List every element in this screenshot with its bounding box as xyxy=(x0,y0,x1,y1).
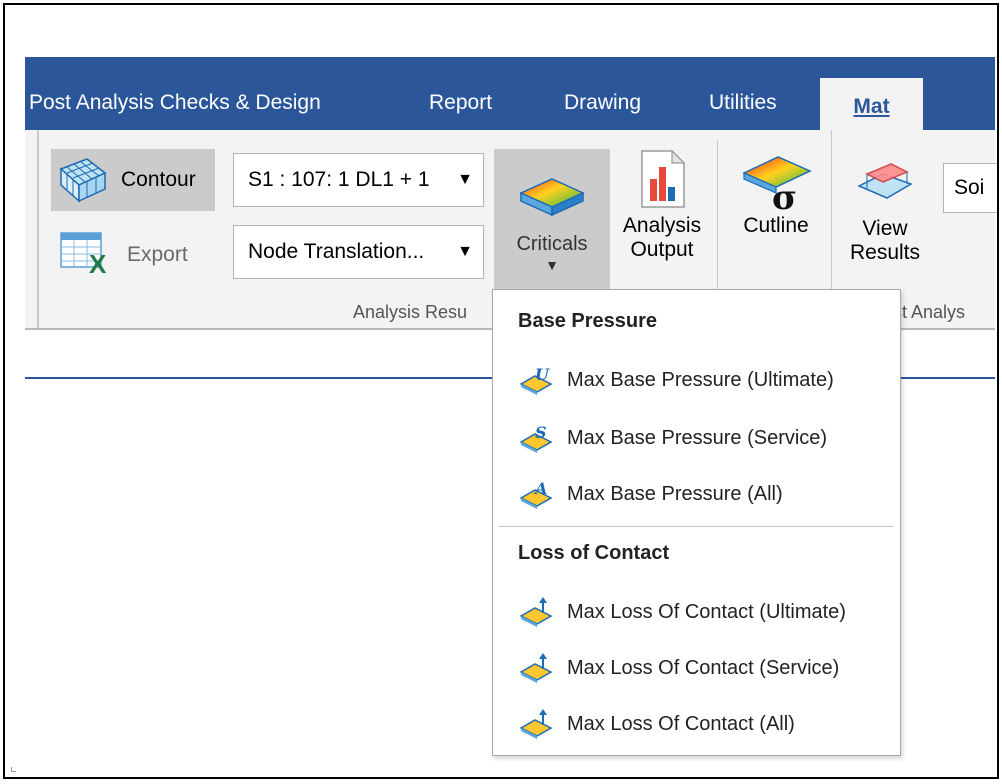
menu-item-max-loss-of-contact-all[interactable]: Max Loss Of Contact (All) xyxy=(519,704,889,744)
chevron-down-icon: ▼ xyxy=(545,257,559,273)
soil-select-value: Soi xyxy=(954,176,985,199)
chevron-down-icon: ▼ xyxy=(457,243,473,260)
bar-chart-document-icon xyxy=(641,149,686,208)
menu-item-label: Max Loss Of Contact (All) xyxy=(567,712,795,735)
analysis-output-label-line2: Output xyxy=(630,238,694,261)
criticals-dropdown-menu: Base Pressure U Max Base Pressure (Ultim… xyxy=(492,289,901,756)
base-pressure-all-icon: A xyxy=(519,479,553,509)
menu-item-label: Max Base Pressure (All) xyxy=(567,482,783,505)
chevron-down-icon: ▼ xyxy=(457,171,473,188)
ribbon-divider xyxy=(831,130,832,290)
tab-report[interactable]: Report xyxy=(429,91,492,115)
result-type-value: Node Translation... xyxy=(248,240,425,263)
svg-text:S: S xyxy=(535,423,547,442)
excel-export-icon: X xyxy=(60,232,107,275)
view-results-label-line2: Results xyxy=(849,241,921,264)
svg-text:U: U xyxy=(535,365,550,384)
menu-item-max-base-pressure-all[interactable]: A Max Base Pressure (All) xyxy=(519,474,889,514)
base-pressure-service-icon: S xyxy=(519,423,553,453)
loss-of-contact-icon xyxy=(519,653,553,683)
app-window: Post Analysis Checks & Design Report Dra… xyxy=(3,3,999,779)
export-button[interactable]: X Export xyxy=(55,225,215,285)
section-header-base-pressure: Base Pressure xyxy=(518,310,657,332)
menu-item-max-base-pressure-service[interactable]: S Max Base Pressure (Service) xyxy=(519,418,889,458)
menu-item-label: Max Loss Of Contact (Service) xyxy=(567,656,840,679)
cutline-button[interactable]: σ Cutline xyxy=(725,149,827,289)
menu-item-max-base-pressure-ultimate[interactable]: U Max Base Pressure (Ultimate) xyxy=(519,360,889,400)
base-pressure-ultimate-icon: U xyxy=(519,365,553,395)
menu-item-max-loss-of-contact-service[interactable]: Max Loss Of Contact (Service) xyxy=(519,648,889,688)
contour-button[interactable]: Contour xyxy=(51,149,215,211)
result-type-select[interactable]: Node Translation... ▼ xyxy=(233,225,484,279)
ribbon-divider xyxy=(37,130,39,328)
menu-item-label: Max Base Pressure (Ultimate) xyxy=(567,368,834,391)
load-combination-value: S1 : 107: 1 DL1 + 1 xyxy=(248,168,430,191)
ribbon-divider xyxy=(717,140,718,290)
criticals-button[interactable]: Criticals ▼ xyxy=(494,149,610,289)
view-results-label-line1: View xyxy=(862,217,908,240)
loss-of-contact-icon xyxy=(519,597,553,627)
soil-select[interactable]: Soi xyxy=(943,163,997,213)
svg-text:X: X xyxy=(89,249,107,275)
tab-drawing[interactable]: Drawing xyxy=(564,91,641,115)
content-divider xyxy=(898,377,995,379)
menu-separator xyxy=(498,526,894,527)
export-label: Export xyxy=(127,243,188,266)
menu-item-max-loss-of-contact-ultimate[interactable]: Max Loss Of Contact (Ultimate) xyxy=(519,592,889,632)
contour-grid-icon xyxy=(59,158,107,203)
view-results-button[interactable]: View Results xyxy=(837,160,933,290)
ribbon-tab-bar: Post Analysis Checks & Design Report Dra… xyxy=(25,57,995,130)
tab-mat[interactable]: Mat xyxy=(820,78,923,130)
group-label-analysis-results: Analysis Resu xyxy=(353,302,468,322)
cutline-label: Cutline xyxy=(743,214,809,237)
menu-item-label: Max Loss Of Contact (Ultimate) xyxy=(567,600,846,623)
analysis-output-button[interactable]: Analysis Output xyxy=(612,149,712,289)
content-divider xyxy=(25,377,495,379)
menu-item-label: Max Base Pressure (Service) xyxy=(567,426,828,449)
analysis-output-label-line1: Analysis xyxy=(622,214,702,237)
resize-grip-icon xyxy=(11,767,16,772)
loss-of-contact-icon xyxy=(519,709,553,739)
cutline-sigma-icon: σ xyxy=(742,156,812,218)
tab-utilities[interactable]: Utilities xyxy=(709,91,777,115)
criticals-label: Criticals xyxy=(516,233,588,255)
criticals-icon xyxy=(519,178,585,217)
svg-text:A: A xyxy=(533,479,547,498)
group-label-post-analysis: st Analys xyxy=(893,302,966,322)
section-header-loss-of-contact: Loss of Contact xyxy=(518,542,670,564)
view-results-icon xyxy=(857,163,913,199)
contour-label: Contour xyxy=(121,168,196,191)
svg-text:σ: σ xyxy=(772,178,797,211)
tab-post-analysis-checks-design[interactable]: Post Analysis Checks & Design xyxy=(29,91,321,115)
load-combination-select[interactable]: S1 : 107: 1 DL1 + 1 ▼ xyxy=(233,153,484,207)
